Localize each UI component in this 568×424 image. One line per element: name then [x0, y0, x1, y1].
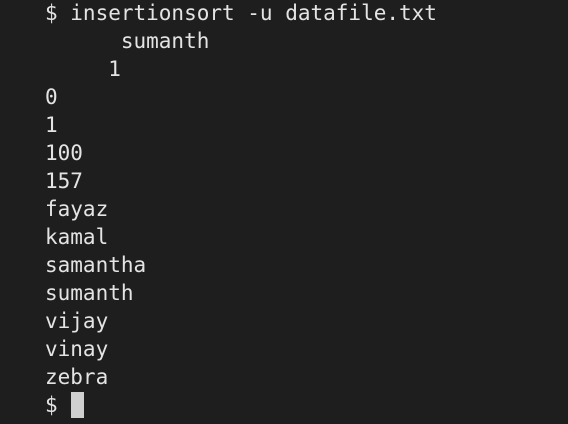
output-line: kamal: [45, 225, 109, 249]
terminal-window[interactable]: $ insertionsort -u datafile.txt sumanth …: [0, 0, 568, 423]
text-cursor: [70, 392, 84, 418]
output-line: vinay: [45, 337, 109, 361]
current-prompt-line[interactable]: $: [45, 391, 568, 419]
output-line: sumanth: [45, 281, 134, 305]
output-line: vijay: [45, 309, 109, 333]
output-line: fayaz: [45, 197, 109, 221]
output-line: 100: [45, 141, 83, 165]
output-line: 1: [45, 57, 121, 81]
output-line: samantha: [45, 253, 147, 277]
command-line: $ insertionsort -u datafile.txt: [45, 1, 437, 25]
output-line: 1: [45, 113, 58, 137]
output-line: 157: [45, 169, 83, 193]
output-line: sumanth: [45, 29, 210, 53]
output-line: zebra: [45, 365, 109, 389]
prompt-symbol: $: [45, 393, 58, 417]
output-line: 0: [45, 85, 58, 109]
